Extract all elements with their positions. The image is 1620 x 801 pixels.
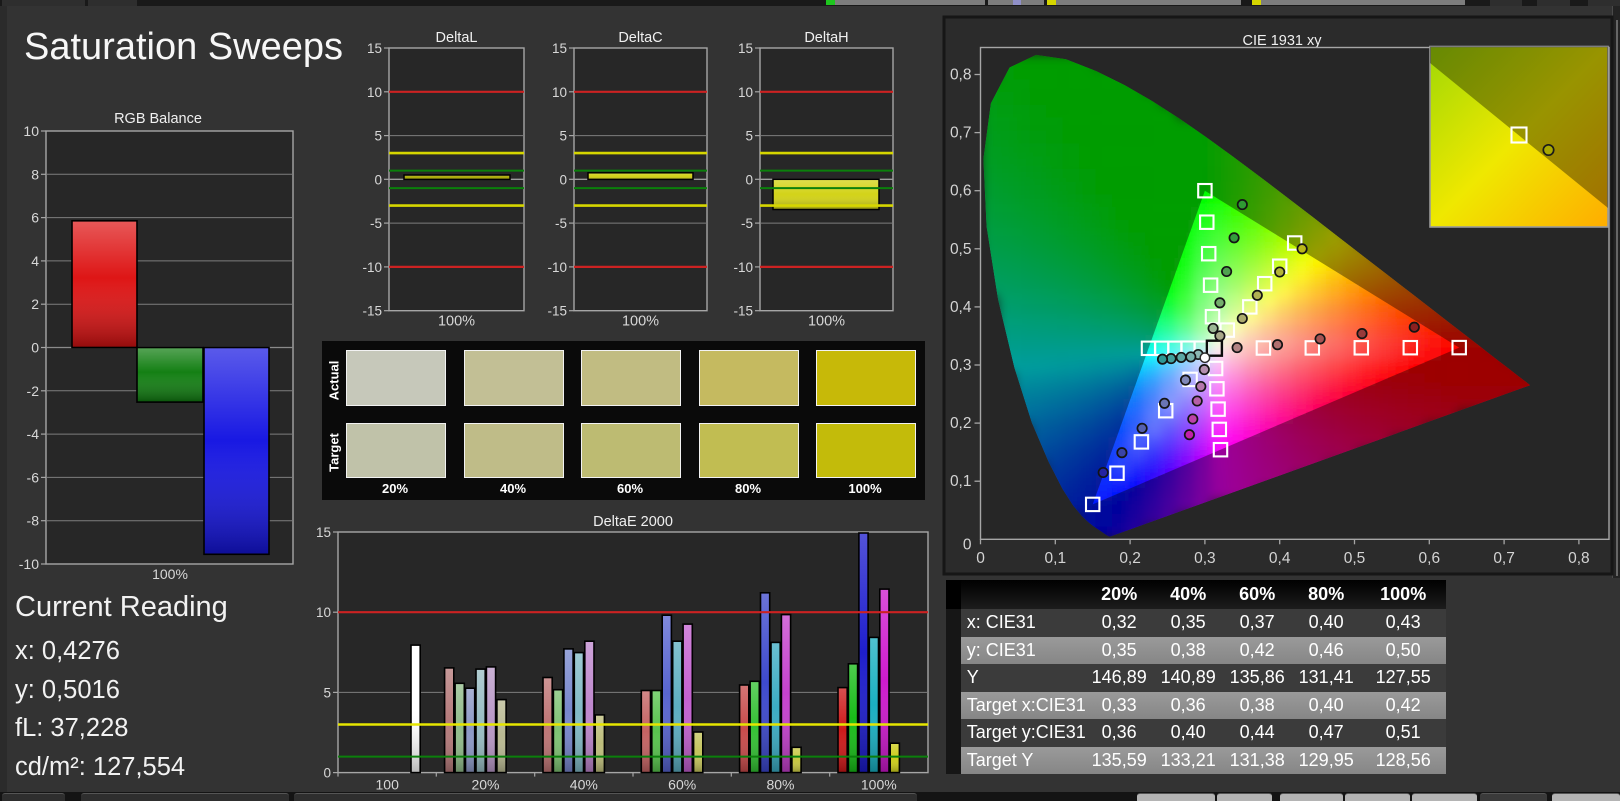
svg-text:-5: -5	[555, 216, 567, 231]
svg-text:DeltaL: DeltaL	[436, 30, 478, 46]
svg-text:0,1: 0,1	[1045, 550, 1067, 567]
svg-text:RGB Balance: RGB Balance	[114, 111, 202, 127]
svg-text:40%: 40%	[570, 777, 598, 793]
svg-text:-15: -15	[547, 304, 567, 319]
svg-text:DeltaC: DeltaC	[618, 30, 662, 46]
svg-text:0,7: 0,7	[950, 125, 972, 142]
svg-text:-15: -15	[362, 304, 382, 319]
svg-text:5: 5	[374, 129, 382, 144]
svg-text:0,8: 0,8	[950, 67, 972, 84]
svg-text:0,6: 0,6	[950, 183, 972, 200]
svg-text:20%: 20%	[471, 777, 499, 793]
svg-text:0,1: 0,1	[950, 473, 972, 490]
svg-text:80%: 80%	[766, 777, 794, 793]
svg-text:-15: -15	[733, 304, 753, 319]
svg-text:10: 10	[23, 123, 39, 139]
svg-text:0: 0	[31, 340, 39, 356]
svg-text:-6: -6	[27, 469, 40, 485]
svg-text:15: 15	[367, 41, 382, 56]
svg-text:6: 6	[31, 210, 39, 226]
svg-text:15: 15	[316, 525, 331, 540]
svg-text:10: 10	[367, 85, 382, 100]
svg-text:-10: -10	[733, 260, 753, 275]
svg-text:0,3: 0,3	[1194, 550, 1216, 567]
svg-text:-5: -5	[370, 216, 382, 231]
svg-text:5: 5	[559, 129, 567, 144]
svg-text:0,3: 0,3	[950, 357, 972, 374]
svg-text:100%: 100%	[152, 566, 188, 582]
svg-text:10: 10	[738, 85, 753, 100]
svg-text:2: 2	[31, 296, 39, 312]
svg-text:0: 0	[745, 172, 753, 187]
svg-text:100%: 100%	[622, 314, 659, 330]
svg-text:DeltaH: DeltaH	[804, 30, 848, 46]
svg-text:CIE 1931 xy: CIE 1931 xy	[1243, 33, 1323, 49]
svg-text:10: 10	[552, 85, 567, 100]
svg-text:0,6: 0,6	[1419, 550, 1441, 567]
svg-text:0,4: 0,4	[1269, 550, 1291, 567]
svg-text:15: 15	[552, 41, 567, 56]
svg-text:-10: -10	[547, 260, 567, 275]
svg-text:60%: 60%	[668, 777, 696, 793]
svg-text:0: 0	[323, 766, 331, 781]
svg-text:8: 8	[31, 166, 39, 182]
svg-text:100%: 100%	[438, 314, 475, 330]
svg-text:-4: -4	[27, 426, 40, 442]
svg-text:0: 0	[963, 536, 972, 553]
svg-text:0,2: 0,2	[950, 415, 972, 432]
svg-text:10: 10	[316, 605, 331, 620]
svg-text:0,4: 0,4	[950, 299, 972, 316]
svg-text:0,7: 0,7	[1493, 550, 1515, 567]
svg-text:0,2: 0,2	[1119, 550, 1141, 567]
svg-text:0: 0	[559, 172, 567, 187]
svg-text:-8: -8	[27, 513, 40, 529]
svg-text:-2: -2	[27, 383, 40, 399]
svg-text:DeltaE 2000: DeltaE 2000	[593, 514, 673, 530]
svg-text:0,5: 0,5	[1344, 550, 1366, 567]
svg-text:100%: 100%	[861, 777, 897, 793]
svg-text:-10: -10	[19, 556, 39, 572]
svg-text:0: 0	[976, 550, 985, 567]
svg-text:5: 5	[323, 685, 331, 700]
svg-text:5: 5	[745, 129, 753, 144]
svg-text:0,8: 0,8	[1568, 550, 1590, 567]
svg-text:4: 4	[31, 253, 39, 269]
svg-text:0: 0	[374, 172, 382, 187]
svg-text:100%: 100%	[808, 314, 845, 330]
svg-text:0,5: 0,5	[950, 241, 972, 258]
svg-text:-10: -10	[362, 260, 382, 275]
svg-text:100: 100	[376, 777, 400, 793]
svg-text:15: 15	[738, 41, 753, 56]
svg-text:-5: -5	[741, 216, 753, 231]
